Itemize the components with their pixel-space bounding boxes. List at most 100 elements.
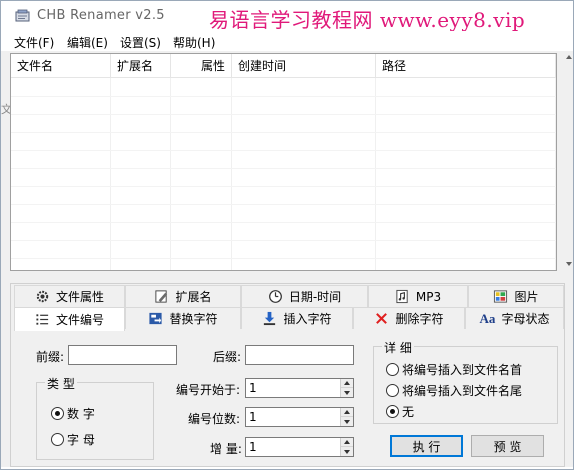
- radio-dot: [51, 433, 64, 446]
- spin-down-button[interactable]: [341, 388, 353, 397]
- music-file-icon: [396, 289, 408, 304]
- spin-down-button[interactable]: [341, 447, 353, 456]
- column-header-created[interactable]: 创建时间: [232, 54, 376, 78]
- grid-line: [11, 150, 556, 151]
- tab-replace-chars[interactable]: 替换字符: [125, 307, 241, 329]
- tab-letter-case[interactable]: Aa 字母状态: [465, 307, 564, 329]
- type-group: 类 型 数 字 字 母: [36, 375, 154, 460]
- radio-label: 将编号插入到文件名首: [402, 363, 523, 377]
- start-number-label: 编号开始于:: [176, 383, 241, 397]
- type-group-title: 类 型: [45, 375, 77, 392]
- increment-spinner[interactable]: 1: [245, 437, 354, 457]
- numbered-list-icon: [36, 314, 49, 325]
- tab-label: 扩展名: [175, 290, 212, 304]
- tab-file-attributes[interactable]: 文件属性: [14, 285, 125, 307]
- arrow-down-icon: [344, 391, 350, 395]
- radio-label: 将编号插入到文件名尾: [402, 384, 523, 398]
- arrow-up-icon: [344, 410, 350, 414]
- grid-divider: [110, 78, 111, 270]
- detail-group-title: 详 细: [382, 339, 414, 356]
- vertical-scrollbar[interactable]: [566, 53, 573, 268]
- detail-group: 详 细 将编号插入到文件名首 将编号插入到文件名尾 无: [373, 339, 558, 424]
- column-header-filename[interactable]: 文件名: [11, 54, 111, 78]
- tab-label: 日期-时间: [288, 290, 342, 304]
- tab-insert-chars[interactable]: 插入字符: [241, 307, 353, 329]
- scroll-down-icon[interactable]: [566, 262, 572, 266]
- tab-date-time[interactable]: 日期-时间: [241, 285, 368, 307]
- grid-divider: [170, 78, 171, 270]
- tab-label: 删除字符: [395, 312, 444, 326]
- menu-edit[interactable]: 编辑(E): [67, 34, 108, 51]
- app-icon: [15, 9, 30, 22]
- file-list[interactable]: 文件名 扩展名 属性 创建时间 路径: [10, 53, 557, 271]
- column-header-attributes[interactable]: 属性: [171, 54, 232, 78]
- tab-label: 替换字符: [169, 312, 218, 326]
- radio-letter[interactable]: 字 母: [51, 431, 95, 448]
- menu-help[interactable]: 帮助(H): [173, 34, 215, 51]
- grid-divider: [231, 78, 232, 270]
- app-window: CHB Renamer v2.5 易语言学习教程网 www.eyy8.vip 文…: [0, 0, 574, 470]
- tab-label: 文件属性: [55, 290, 104, 304]
- radio-label: 字 母: [67, 433, 95, 447]
- grid-divider: [555, 78, 556, 270]
- window-title: CHB Renamer v2.5: [37, 8, 165, 23]
- spin-up-button[interactable]: [341, 379, 353, 388]
- radio-dot-checked: [51, 407, 64, 420]
- insert-arrow-icon: [264, 311, 276, 326]
- tab-extension[interactable]: 扩展名: [125, 285, 241, 307]
- radio-dot: [386, 363, 399, 376]
- radio-insert-at-start[interactable]: 将编号插入到文件名首: [386, 361, 522, 378]
- arrow-down-icon: [344, 420, 350, 424]
- spinner-value: 1: [249, 381, 257, 395]
- prefix-label: 前缀:: [36, 350, 65, 364]
- tab-mp3[interactable]: MP3: [368, 285, 468, 307]
- letter-case-icon: Aa: [479, 310, 496, 326]
- radio-label: 无: [402, 405, 415, 419]
- grid-line: [11, 114, 556, 115]
- spinner-buttons: [340, 379, 353, 397]
- spin-down-button[interactable]: [341, 417, 353, 426]
- tab-picture[interactable]: 图片: [468, 285, 564, 307]
- radio-number[interactable]: 数 字: [51, 405, 95, 422]
- menu-settings[interactable]: 设置(S): [120, 34, 161, 51]
- run-button[interactable]: 执 行: [390, 435, 463, 457]
- menu-bar: 文件(F) 编辑(E) 设置(S) 帮助(H): [1, 31, 573, 51]
- radio-dot: [386, 384, 399, 397]
- radio-insert-at-end[interactable]: 将编号插入到文件名尾: [386, 382, 522, 399]
- arrow-down-icon: [344, 450, 350, 454]
- grid-line: [11, 168, 556, 169]
- gear-icon: [36, 290, 49, 303]
- edit-icon: [155, 290, 168, 303]
- tab-panel: 文件属性 扩展名 日期-时间 MP3 图片 文件编号 替换字符 插入字符 删除字…: [10, 283, 565, 467]
- spin-up-button[interactable]: [341, 438, 353, 447]
- clock-icon: [268, 290, 282, 303]
- scroll-up-icon[interactable]: [566, 55, 572, 59]
- grid-line: [11, 258, 556, 259]
- tab-label: 图片: [514, 290, 539, 304]
- spinner-buttons: [340, 408, 353, 426]
- radio-label: 数 字: [67, 407, 95, 421]
- spin-up-button[interactable]: [341, 408, 353, 417]
- tab-delete-chars[interactable]: 删除字符: [353, 307, 465, 329]
- tab-label: MP3: [415, 289, 442, 304]
- radio-none[interactable]: 无: [386, 403, 414, 420]
- delete-x-icon: [376, 313, 388, 324]
- column-header-path[interactable]: 路径: [376, 54, 556, 78]
- preview-button[interactable]: 预 览: [471, 435, 544, 457]
- suffix-label: 后缀:: [213, 350, 242, 364]
- suffix-input[interactable]: [245, 345, 354, 365]
- grid-divider: [375, 78, 376, 270]
- menu-file[interactable]: 文件(F): [14, 34, 54, 51]
- spinner-value: 1: [249, 440, 257, 454]
- start-number-spinner[interactable]: 1: [245, 378, 354, 398]
- watermark-text: 易语言学习教程网 www.eyy8.vip: [209, 8, 526, 32]
- picture-icon: [494, 290, 508, 303]
- title-bar[interactable]: CHB Renamer v2.5 易语言学习教程网 www.eyy8.vip: [1, 1, 573, 32]
- replace-icon: [149, 312, 163, 325]
- column-header-extension[interactable]: 扩展名: [111, 54, 171, 78]
- arrow-up-icon: [344, 440, 350, 444]
- tab-file-numbering[interactable]: 文件编号: [14, 307, 125, 331]
- digits-spinner[interactable]: 1: [245, 407, 354, 427]
- prefix-input[interactable]: [68, 345, 177, 365]
- tab-label: 文件编号: [55, 313, 104, 327]
